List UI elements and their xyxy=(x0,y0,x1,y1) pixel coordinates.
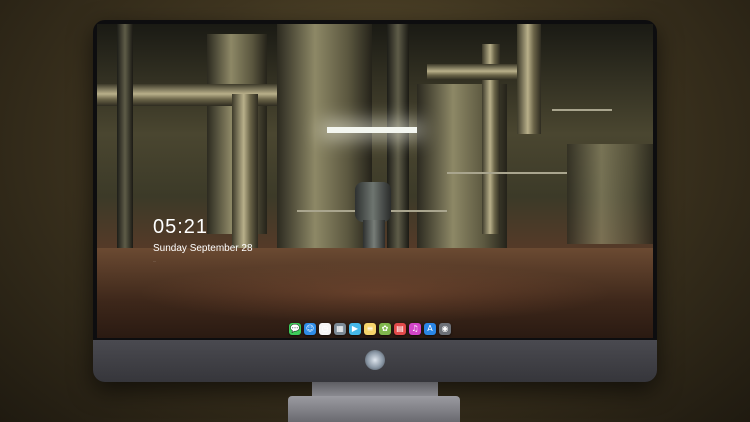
wallpaper-column xyxy=(387,24,409,264)
lock-screen-date: Sunday September 28 xyxy=(153,243,253,254)
monitor: 05:21 Sunday September 28 ... 💬 ☺ ◷ ▦ ▶ ≡ ✿ ▤ ♫ A… xyxy=(93,20,657,382)
lock-screen-note: ... xyxy=(153,258,157,263)
messages-icon[interactable]: 💬 xyxy=(289,323,301,335)
wallpaper-column xyxy=(117,24,133,254)
monitor-stand-base xyxy=(288,396,460,422)
clock-icon[interactable]: ◷ xyxy=(319,323,331,335)
wallpaper-tank xyxy=(567,144,653,244)
brand-logo-icon xyxy=(365,350,385,370)
movie-icon[interactable]: ▶ xyxy=(349,323,361,335)
wallpaper-tank xyxy=(277,24,372,264)
lock-screen-time: 05:21 xyxy=(153,216,209,238)
wallpaper-lamp xyxy=(327,127,417,133)
camera-icon[interactable]: ◉ xyxy=(439,323,451,335)
wallpaper-pipe xyxy=(232,94,258,254)
photos-icon[interactable]: ✿ xyxy=(379,323,391,335)
dock: 💬 ☺ ◷ ▦ ▶ ≡ ✿ ▤ ♫ A ◉ xyxy=(289,322,451,336)
monitor-chin xyxy=(93,340,657,382)
wallpaper-pipe xyxy=(427,64,517,80)
finder-icon[interactable]: ☺ xyxy=(304,323,316,335)
wallpaper-floor-glow xyxy=(137,263,613,323)
wallpaper-rail xyxy=(552,109,612,111)
wallpaper-rail xyxy=(447,172,567,174)
desktop-screen: 05:21 Sunday September 28 ... 💬 ☺ ◷ ▦ ▶ ≡ ✿ ▤ ♫ A… xyxy=(97,24,653,338)
notes-icon[interactable]: ≡ xyxy=(364,323,376,335)
wallpaper-pump xyxy=(355,182,391,222)
monitor-stand-neck xyxy=(312,382,438,396)
app-store-icon[interactable]: A xyxy=(424,323,436,335)
calendar-icon[interactable]: ▤ xyxy=(394,323,406,335)
wallpaper-pipe xyxy=(517,24,541,134)
preview-icon[interactable]: ▦ xyxy=(334,323,346,335)
music-icon[interactable]: ♫ xyxy=(409,323,421,335)
